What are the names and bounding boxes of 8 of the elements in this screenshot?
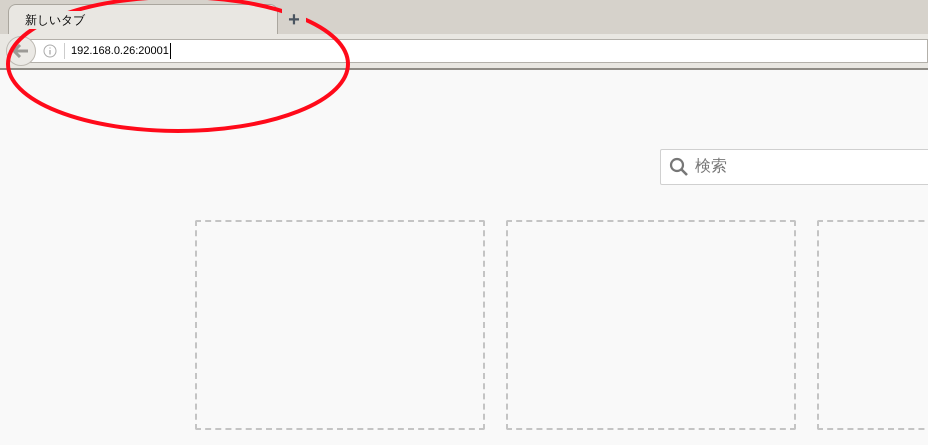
address-bar[interactable]: 192.168.0.26:20001 <box>30 39 928 63</box>
back-arrow-icon <box>13 44 29 58</box>
search-icon <box>669 157 689 177</box>
url-text: 192.168.0.26:20001 <box>71 42 171 60</box>
info-icon <box>43 44 57 58</box>
search-input[interactable]: 検索 <box>695 155 895 179</box>
browser-tab[interactable]: 新しいタブ <box>8 4 278 34</box>
search-field[interactable]: 検索 <box>660 149 928 185</box>
